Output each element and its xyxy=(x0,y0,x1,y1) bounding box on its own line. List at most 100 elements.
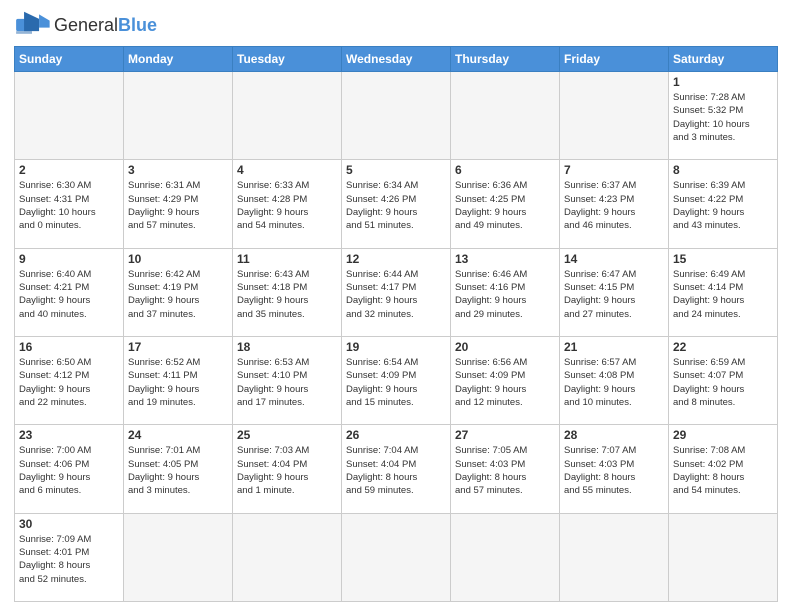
day-cell: 28 Sunrise: 7:07 AM Sunset: 4:03 PM Dayli… xyxy=(560,425,669,513)
day-info: Sunrise: 6:30 AM Sunset: 4:31 PM Dayligh… xyxy=(19,179,119,232)
day-cell: 19 Sunrise: 6:54 AM Sunset: 4:09 PM Dayli… xyxy=(342,336,451,424)
day-info: Sunrise: 6:31 AM Sunset: 4:29 PM Dayligh… xyxy=(128,179,228,232)
day-number: 24 xyxy=(128,428,228,442)
day-cell: 20 Sunrise: 6:56 AM Sunset: 4:09 PM Dayli… xyxy=(451,336,560,424)
day-info: Sunrise: 6:56 AM Sunset: 4:09 PM Dayligh… xyxy=(455,356,555,409)
day-number: 21 xyxy=(564,340,664,354)
day-cell xyxy=(233,72,342,160)
day-number: 4 xyxy=(237,163,337,177)
day-info: Sunrise: 6:49 AM Sunset: 4:14 PM Dayligh… xyxy=(673,268,773,321)
day-number: 15 xyxy=(673,252,773,266)
day-cell: 29Sunrise: 7:08 AM Sunset: 4:02 PM Dayli… xyxy=(669,425,778,513)
day-number: 14 xyxy=(564,252,664,266)
day-info: Sunrise: 7:00 AM Sunset: 4:06 PM Dayligh… xyxy=(19,444,119,497)
day-info: Sunrise: 6:39 AM Sunset: 4:22 PM Dayligh… xyxy=(673,179,773,232)
day-cell: 26 Sunrise: 7:04 AM Sunset: 4:04 PM Dayli… xyxy=(342,425,451,513)
day-info: Sunrise: 7:07 AM Sunset: 4:03 PM Dayligh… xyxy=(564,444,664,497)
day-number: 26 xyxy=(346,428,446,442)
day-number: 5 xyxy=(346,163,446,177)
day-info: Sunrise: 6:37 AM Sunset: 4:23 PM Dayligh… xyxy=(564,179,664,232)
day-number: 27 xyxy=(455,428,555,442)
week-row-4: 23 Sunrise: 7:00 AM Sunset: 4:06 PM Dayli… xyxy=(15,425,778,513)
day-cell xyxy=(669,513,778,601)
day-info: Sunrise: 7:05 AM Sunset: 4:03 PM Dayligh… xyxy=(455,444,555,497)
day-number: 11 xyxy=(237,252,337,266)
day-info: Sunrise: 7:04 AM Sunset: 4:04 PM Dayligh… xyxy=(346,444,446,497)
day-number: 9 xyxy=(19,252,119,266)
day-cell: 14 Sunrise: 6:47 AM Sunset: 4:15 PM Dayli… xyxy=(560,248,669,336)
day-cell: 25Sunrise: 7:03 AM Sunset: 4:04 PM Dayli… xyxy=(233,425,342,513)
day-cell xyxy=(124,72,233,160)
day-cell: 12Sunrise: 6:44 AM Sunset: 4:17 PM Dayli… xyxy=(342,248,451,336)
day-cell: 5 Sunrise: 6:34 AM Sunset: 4:26 PM Daylig… xyxy=(342,160,451,248)
day-number: 13 xyxy=(455,252,555,266)
day-cell xyxy=(451,513,560,601)
day-number: 29 xyxy=(673,428,773,442)
day-cell: 9 Sunrise: 6:40 AM Sunset: 4:21 PM Daylig… xyxy=(15,248,124,336)
day-info: Sunrise: 6:43 AM Sunset: 4:18 PM Dayligh… xyxy=(237,268,337,321)
week-row-0: 1Sunrise: 7:28 AM Sunset: 5:32 PM Daylig… xyxy=(15,72,778,160)
day-number: 20 xyxy=(455,340,555,354)
day-info: Sunrise: 6:53 AM Sunset: 4:10 PM Dayligh… xyxy=(237,356,337,409)
day-number: 19 xyxy=(346,340,446,354)
day-number: 2 xyxy=(19,163,119,177)
day-cell: 4Sunrise: 6:33 AM Sunset: 4:28 PM Daylig… xyxy=(233,160,342,248)
day-cell: 23 Sunrise: 7:00 AM Sunset: 4:06 PM Dayli… xyxy=(15,425,124,513)
day-cell: 13Sunrise: 6:46 AM Sunset: 4:16 PM Dayli… xyxy=(451,248,560,336)
day-info: Sunrise: 7:28 AM Sunset: 5:32 PM Dayligh… xyxy=(673,91,773,144)
day-cell: 27 Sunrise: 7:05 AM Sunset: 4:03 PM Dayli… xyxy=(451,425,560,513)
day-info: Sunrise: 6:44 AM Sunset: 4:17 PM Dayligh… xyxy=(346,268,446,321)
day-number: 6 xyxy=(455,163,555,177)
logo-icon xyxy=(14,10,50,40)
logo-text: GeneralBlue xyxy=(54,15,157,36)
day-info: Sunrise: 6:57 AM Sunset: 4:08 PM Dayligh… xyxy=(564,356,664,409)
day-cell xyxy=(560,72,669,160)
week-row-3: 16 Sunrise: 6:50 AM Sunset: 4:12 PM Dayli… xyxy=(15,336,778,424)
week-row-5: 30 Sunrise: 7:09 AM Sunset: 4:01 PM Dayli… xyxy=(15,513,778,601)
day-cell: 8 Sunrise: 6:39 AM Sunset: 4:22 PM Daylig… xyxy=(669,160,778,248)
day-info: Sunrise: 6:34 AM Sunset: 4:26 PM Dayligh… xyxy=(346,179,446,232)
weekday-saturday: Saturday xyxy=(669,47,778,72)
day-cell xyxy=(233,513,342,601)
weekday-wednesday: Wednesday xyxy=(342,47,451,72)
day-cell: 1Sunrise: 7:28 AM Sunset: 5:32 PM Daylig… xyxy=(669,72,778,160)
day-info: Sunrise: 7:09 AM Sunset: 4:01 PM Dayligh… xyxy=(19,533,119,586)
day-cell: 10 Sunrise: 6:42 AM Sunset: 4:19 PM Dayli… xyxy=(124,248,233,336)
day-info: Sunrise: 6:52 AM Sunset: 4:11 PM Dayligh… xyxy=(128,356,228,409)
day-number: 16 xyxy=(19,340,119,354)
weekday-monday: Monday xyxy=(124,47,233,72)
day-cell: 3Sunrise: 6:31 AM Sunset: 4:29 PM Daylig… xyxy=(124,160,233,248)
day-info: Sunrise: 7:01 AM Sunset: 4:05 PM Dayligh… xyxy=(128,444,228,497)
day-info: Sunrise: 6:47 AM Sunset: 4:15 PM Dayligh… xyxy=(564,268,664,321)
day-number: 23 xyxy=(19,428,119,442)
day-info: Sunrise: 6:40 AM Sunset: 4:21 PM Dayligh… xyxy=(19,268,119,321)
weekday-tuesday: Tuesday xyxy=(233,47,342,72)
day-cell xyxy=(15,72,124,160)
day-info: Sunrise: 6:50 AM Sunset: 4:12 PM Dayligh… xyxy=(19,356,119,409)
day-number: 30 xyxy=(19,517,119,531)
day-info: Sunrise: 7:03 AM Sunset: 4:04 PM Dayligh… xyxy=(237,444,337,497)
weekday-header-row: SundayMondayTuesdayWednesdayThursdayFrid… xyxy=(15,47,778,72)
day-cell: 2 Sunrise: 6:30 AM Sunset: 4:31 PM Daylig… xyxy=(15,160,124,248)
day-number: 18 xyxy=(237,340,337,354)
day-cell: 22 Sunrise: 6:59 AM Sunset: 4:07 PM Dayli… xyxy=(669,336,778,424)
day-cell: 11 Sunrise: 6:43 AM Sunset: 4:18 PM Dayli… xyxy=(233,248,342,336)
day-number: 22 xyxy=(673,340,773,354)
day-number: 10 xyxy=(128,252,228,266)
day-cell: 21 Sunrise: 6:57 AM Sunset: 4:08 PM Dayli… xyxy=(560,336,669,424)
logo: GeneralBlue xyxy=(14,10,157,40)
day-cell xyxy=(451,72,560,160)
day-info: Sunrise: 6:42 AM Sunset: 4:19 PM Dayligh… xyxy=(128,268,228,321)
day-cell xyxy=(342,72,451,160)
day-info: Sunrise: 6:59 AM Sunset: 4:07 PM Dayligh… xyxy=(673,356,773,409)
weekday-thursday: Thursday xyxy=(451,47,560,72)
day-number: 8 xyxy=(673,163,773,177)
calendar: SundayMondayTuesdayWednesdayThursdayFrid… xyxy=(14,46,778,602)
day-cell xyxy=(342,513,451,601)
weekday-sunday: Sunday xyxy=(15,47,124,72)
day-info: Sunrise: 6:54 AM Sunset: 4:09 PM Dayligh… xyxy=(346,356,446,409)
day-number: 28 xyxy=(564,428,664,442)
day-cell: 6Sunrise: 6:36 AM Sunset: 4:25 PM Daylig… xyxy=(451,160,560,248)
week-row-2: 9 Sunrise: 6:40 AM Sunset: 4:21 PM Daylig… xyxy=(15,248,778,336)
day-number: 17 xyxy=(128,340,228,354)
